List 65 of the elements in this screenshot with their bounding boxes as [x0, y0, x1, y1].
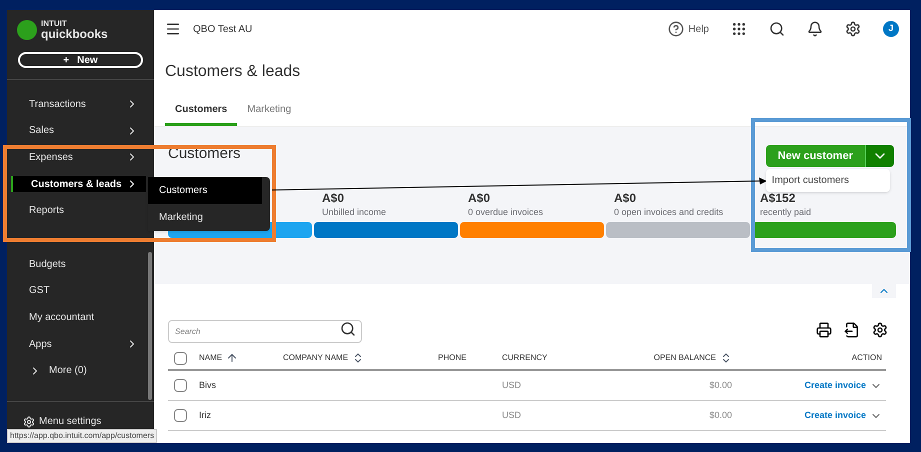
header-checkbox[interactable]	[174, 352, 187, 364]
search-icon[interactable]	[769, 21, 785, 37]
help-icon	[668, 21, 684, 37]
sidebar-item[interactable]: Budgets	[11, 256, 146, 272]
search-icon	[340, 321, 356, 337]
tab[interactable]: Marketing	[237, 102, 302, 126]
column-header[interactable]: PHONE	[438, 352, 502, 364]
stat-amount: A$0	[614, 191, 638, 206]
sidebar-item[interactable]: Customers & leads	[11, 176, 146, 192]
menu-item[interactable]: Import customers	[766, 169, 890, 192]
column-header[interactable]: NAME	[199, 352, 283, 364]
column-header[interactable]: OPEN BALANCE	[622, 352, 732, 364]
settings-icon[interactable]	[872, 322, 888, 338]
more-item[interactable]: More (0)	[11, 362, 146, 379]
logo-icon	[17, 20, 37, 40]
settings-icon	[23, 416, 35, 428]
submenu-item[interactable]: Customers	[148, 177, 262, 204]
row-checkbox[interactable]	[174, 409, 187, 422]
stat-label: recently paid	[760, 206, 812, 219]
sidebar-item[interactable]: Apps	[11, 336, 146, 352]
table-cell-text: $0.00	[709, 378, 732, 392]
menu-icon[interactable]	[165, 21, 181, 37]
stat-amount: A$0	[468, 191, 492, 206]
stat-amount: A$0	[322, 191, 346, 206]
row-checkbox[interactable]	[174, 379, 187, 392]
collapse-button[interactable]	[872, 284, 896, 298]
column-header[interactable]: CURRENCY	[502, 352, 622, 364]
table-cell: Iriz	[199, 410, 211, 420]
print-icon[interactable]	[816, 322, 832, 338]
settings-icon[interactable]	[845, 21, 861, 37]
table-cell: USD	[502, 410, 522, 420]
company-name: QBO Test AU	[193, 22, 252, 36]
search-field[interactable]: Search	[168, 320, 362, 343]
create-invoice-link[interactable]: Create invoice	[804, 408, 866, 422]
avatar[interactable]: J	[883, 21, 899, 37]
sidebar-item[interactable]: Expenses	[11, 149, 146, 166]
brand-label: INTUIT	[41, 20, 68, 28]
apps-grid-icon[interactable]	[731, 21, 747, 37]
submenu-item[interactable]: Marketing	[148, 204, 262, 231]
help-button[interactable]: Help	[668, 21, 709, 37]
table-cell: Bivs	[199, 380, 216, 390]
stat-label: 0 open invoices and credits	[614, 206, 724, 219]
page-title: Customers & leads	[164, 62, 302, 82]
sidebar-item[interactable]: GST	[11, 282, 146, 299]
export-icon[interactable]	[844, 322, 860, 338]
sidebar-item[interactable]: Transactions	[11, 96, 146, 112]
sidebar-item[interactable]: Sales	[11, 122, 146, 139]
stat-label: Unbilled income	[322, 206, 388, 219]
notifications-icon[interactable]	[807, 21, 823, 37]
plus-icon: +	[63, 52, 70, 68]
column-header[interactable]: ACTION	[732, 352, 882, 364]
brand-name: quickbooks	[41, 28, 108, 40]
table-cell-text: $0.00	[709, 408, 732, 422]
sidebar-item[interactable]: Reports	[11, 202, 146, 219]
section-title: Customers	[168, 144, 241, 164]
table-cell: USD	[502, 380, 522, 390]
column-header[interactable]: COMPANY NAME	[283, 352, 438, 364]
sidebar-item[interactable]: My accountant	[11, 310, 146, 326]
status-url: https://app.qbo.intuit.com/app/customers	[7, 429, 158, 443]
new-button[interactable]: + New	[18, 52, 143, 68]
stat-amount: A$152	[760, 191, 796, 206]
menu-settings-link[interactable]: Menu settings	[39, 414, 102, 429]
new-customer-dropdown-button[interactable]	[865, 145, 894, 167]
stat-label: 0 overdue invoices	[468, 206, 544, 219]
create-invoice-link[interactable]: Create invoice	[804, 378, 866, 392]
